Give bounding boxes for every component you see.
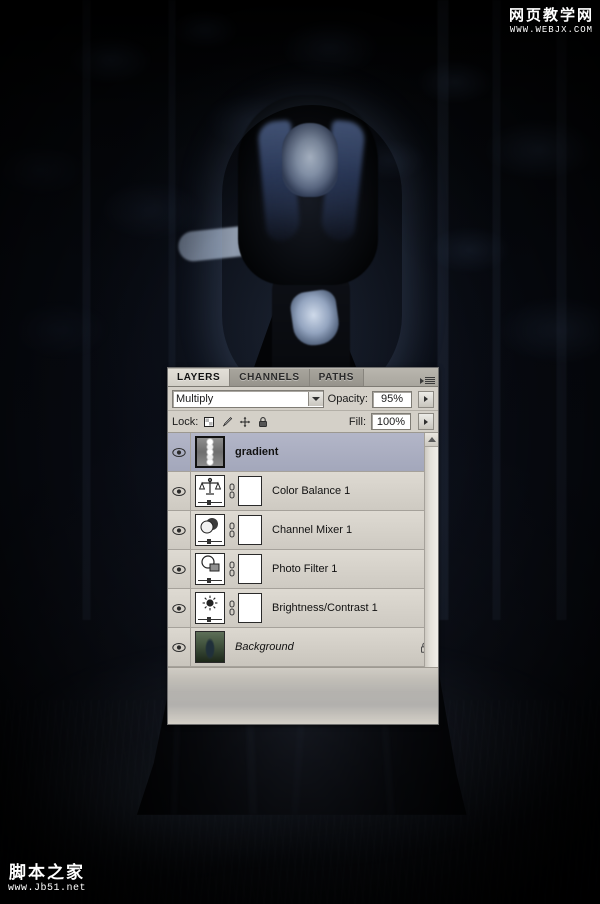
panel-menu-arrow-icon [420, 377, 424, 384]
watermark-bottom-left-url: www.Jb51.net [8, 883, 87, 894]
lock-image-pixels-icon[interactable] [221, 416, 233, 428]
layer-mask-thumbnail[interactable] [238, 515, 262, 545]
fill-slider-arrow-icon[interactable] [418, 413, 434, 430]
tab-layers[interactable]: LAYERS [168, 369, 231, 386]
mask-link-icon[interactable] [227, 561, 236, 577]
lock-label: Lock: [172, 415, 199, 428]
lock-transparent-pixels-icon[interactable] [203, 416, 215, 428]
layer-thumbnail[interactable] [195, 553, 225, 585]
chevron-down-icon[interactable] [307, 392, 323, 406]
watermark-top-right-url: WWW.WEBJX.COM [509, 25, 594, 35]
table-row[interactable]: Channel Mixer 1 [168, 511, 438, 550]
adjustment-slider-icon [198, 539, 222, 544]
blend-mode-value: Multiply [176, 393, 214, 405]
layer-list: gradient Color Balance 1 Channel Mixer 1… [168, 433, 438, 667]
eye-icon [172, 486, 186, 496]
adjustment-slider-icon [198, 617, 222, 622]
brightness-contrast-icon [202, 595, 218, 611]
layer-name[interactable]: Brightness/Contrast 1 [272, 602, 438, 614]
chain-link-icon [229, 522, 234, 538]
opacity-label: Opacity: [327, 393, 368, 405]
layer-mask-thumbnail[interactable] [238, 554, 262, 584]
panel-menu-lines-icon [425, 377, 435, 384]
watermark-top-right-text: 网页教学网 [508, 7, 594, 24]
layer-visibility-toggle[interactable] [168, 511, 191, 549]
lock-fill-row: Lock: Fill: 100% [168, 411, 438, 433]
table-row[interactable]: Photo Filter 1 [168, 550, 438, 589]
layer-name[interactable]: gradient [235, 446, 438, 458]
layer-thumbnail[interactable] [195, 592, 225, 624]
eye-icon [172, 447, 186, 457]
lock-position-icon[interactable] [239, 416, 251, 428]
mask-link-icon[interactable] [227, 600, 236, 616]
opacity-input[interactable]: 95% [372, 390, 412, 408]
panel-tab-strip: LAYERS CHANNELS PATHS [168, 368, 438, 387]
color-balance-icon [199, 477, 221, 495]
watermark-bottom-left-text: 脚本之家 [9, 863, 85, 882]
layers-panel: LAYERS CHANNELS PATHS Multiply Opacity: … [167, 367, 439, 725]
panel-bottom-fade [168, 667, 438, 724]
photo-filter-icon [201, 555, 220, 572]
eye-icon [172, 642, 186, 652]
background-thumbnail-image [196, 632, 224, 662]
layer-thumbnail[interactable] [195, 475, 225, 507]
blend-mode-select[interactable]: Multiply [172, 390, 324, 408]
eye-icon [172, 603, 186, 613]
table-row[interactable]: Brightness/Contrast 1 [168, 589, 438, 628]
tab-channels[interactable]: CHANNELS [230, 369, 310, 386]
blend-opacity-row: Multiply Opacity: 95% [168, 387, 438, 411]
chain-link-icon [229, 483, 234, 499]
watermark-top-right: 网页教学网 WWW.WEBJX.COM [509, 8, 594, 35]
layer-thumbnail[interactable] [195, 514, 225, 546]
layer-thumbnail[interactable] [195, 631, 225, 663]
watermark-bottom-left: 脚本之家 www.Jb51.net [8, 864, 86, 894]
eye-icon [172, 564, 186, 574]
tab-paths[interactable]: PATHS [309, 369, 365, 386]
panel-body: Multiply Opacity: 95% Lock: Fill: 100% g… [168, 387, 438, 724]
layer-visibility-toggle[interactable] [168, 550, 191, 588]
layer-name[interactable]: Photo Filter 1 [272, 563, 438, 575]
fill-label: Fill: [348, 415, 366, 428]
lock-icon-group [203, 416, 269, 428]
layer-visibility-toggle[interactable] [168, 628, 191, 666]
chain-link-icon [229, 600, 234, 616]
layer-list-scrollbar[interactable] [424, 433, 438, 667]
channel-mixer-icon [200, 518, 218, 534]
adjustment-slider-icon [198, 578, 222, 583]
layer-visibility-toggle[interactable] [168, 433, 191, 471]
panel-menu-icon[interactable] [420, 377, 435, 384]
gradient-thumbnail-image [197, 438, 223, 466]
table-row[interactable]: Background [168, 628, 438, 667]
mask-link-icon[interactable] [227, 483, 236, 499]
layer-visibility-toggle[interactable] [168, 589, 191, 627]
layer-visibility-toggle[interactable] [168, 472, 191, 510]
layer-mask-thumbnail[interactable] [238, 593, 262, 623]
lock-all-icon[interactable] [257, 416, 269, 428]
layer-name[interactable]: Channel Mixer 1 [272, 524, 438, 536]
mask-link-icon[interactable] [227, 522, 236, 538]
scroll-up-button[interactable] [425, 433, 438, 447]
chevron-up-icon [427, 437, 436, 442]
table-row[interactable]: gradient [168, 433, 438, 472]
layer-thumbnail[interactable] [195, 436, 225, 468]
layer-mask-thumbnail[interactable] [238, 476, 262, 506]
eye-icon [172, 525, 186, 535]
chain-link-icon [229, 561, 234, 577]
layer-name[interactable]: Color Balance 1 [272, 485, 438, 497]
adjustment-slider-icon [198, 500, 222, 505]
fill-input[interactable]: 100% [371, 413, 411, 430]
opacity-slider-arrow-icon[interactable] [418, 390, 434, 408]
layer-name[interactable]: Background [235, 641, 412, 653]
table-row[interactable]: Color Balance 1 [168, 472, 438, 511]
